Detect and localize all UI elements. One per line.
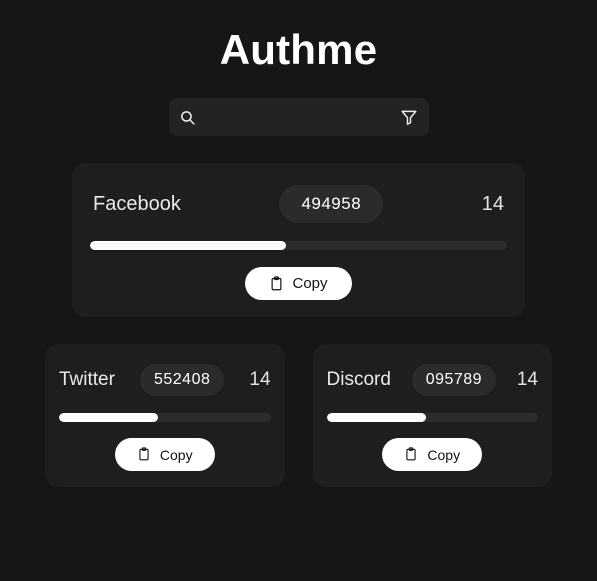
progress-bar — [90, 241, 507, 251]
copy-button-label: Copy — [427, 446, 461, 463]
otp-code[interactable]: 494958 — [279, 185, 384, 224]
copy-button-label: Copy — [159, 446, 193, 463]
search-input[interactable] — [202, 98, 394, 137]
copy-button[interactable]: Copy — [245, 267, 352, 301]
authme-app: Authme Facebook 494958 14 Copy Twitter 5… — [0, 0, 597, 581]
service-name: Twitter — [59, 369, 115, 391]
progress-bar — [326, 413, 538, 423]
copy-button-wrap: Copy — [90, 267, 507, 301]
search-bar[interactable] — [168, 98, 429, 137]
service-name: Discord — [326, 369, 391, 391]
entries-row: Twitter 552408 14 Copy Discord 095789 14… — [45, 344, 552, 488]
copy-button-wrap: Copy — [59, 438, 271, 472]
page-title: Authme — [219, 26, 378, 73]
copy-button[interactable]: Copy — [382, 438, 483, 472]
entry-card[interactable]: Twitter 552408 14 Copy — [45, 344, 285, 488]
service-name: Facebook — [93, 192, 181, 215]
countdown-counter: 14 — [481, 192, 505, 215]
progress-fill — [90, 241, 286, 251]
entries-list: Facebook 494958 14 Copy Twitter 552408 1… — [0, 163, 597, 488]
copy-button-label: Copy — [292, 275, 328, 293]
countdown-counter: 14 — [516, 369, 538, 391]
entry-card[interactable]: Facebook 494958 14 Copy — [72, 163, 525, 318]
copy-button[interactable]: Copy — [114, 438, 215, 472]
progress-fill — [59, 413, 159, 423]
clipboard-icon — [404, 447, 419, 462]
entry-header: Twitter 552408 14 — [59, 364, 271, 397]
search-section — [0, 98, 597, 137]
clipboard-icon — [269, 276, 284, 291]
filter-funnel-icon[interactable] — [400, 108, 418, 126]
otp-code[interactable]: 552408 — [139, 364, 225, 397]
progress-bar — [59, 413, 271, 423]
progress-fill — [326, 413, 426, 423]
clipboard-icon — [137, 447, 152, 462]
entry-header: Discord 095789 14 — [326, 364, 538, 397]
search-icon — [179, 108, 197, 126]
entry-card[interactable]: Discord 095789 14 Copy — [312, 344, 552, 488]
entry-header: Facebook 494958 14 — [90, 185, 507, 224]
otp-code[interactable]: 095789 — [411, 364, 497, 397]
copy-button-wrap: Copy — [327, 438, 539, 472]
countdown-counter: 14 — [249, 369, 271, 391]
